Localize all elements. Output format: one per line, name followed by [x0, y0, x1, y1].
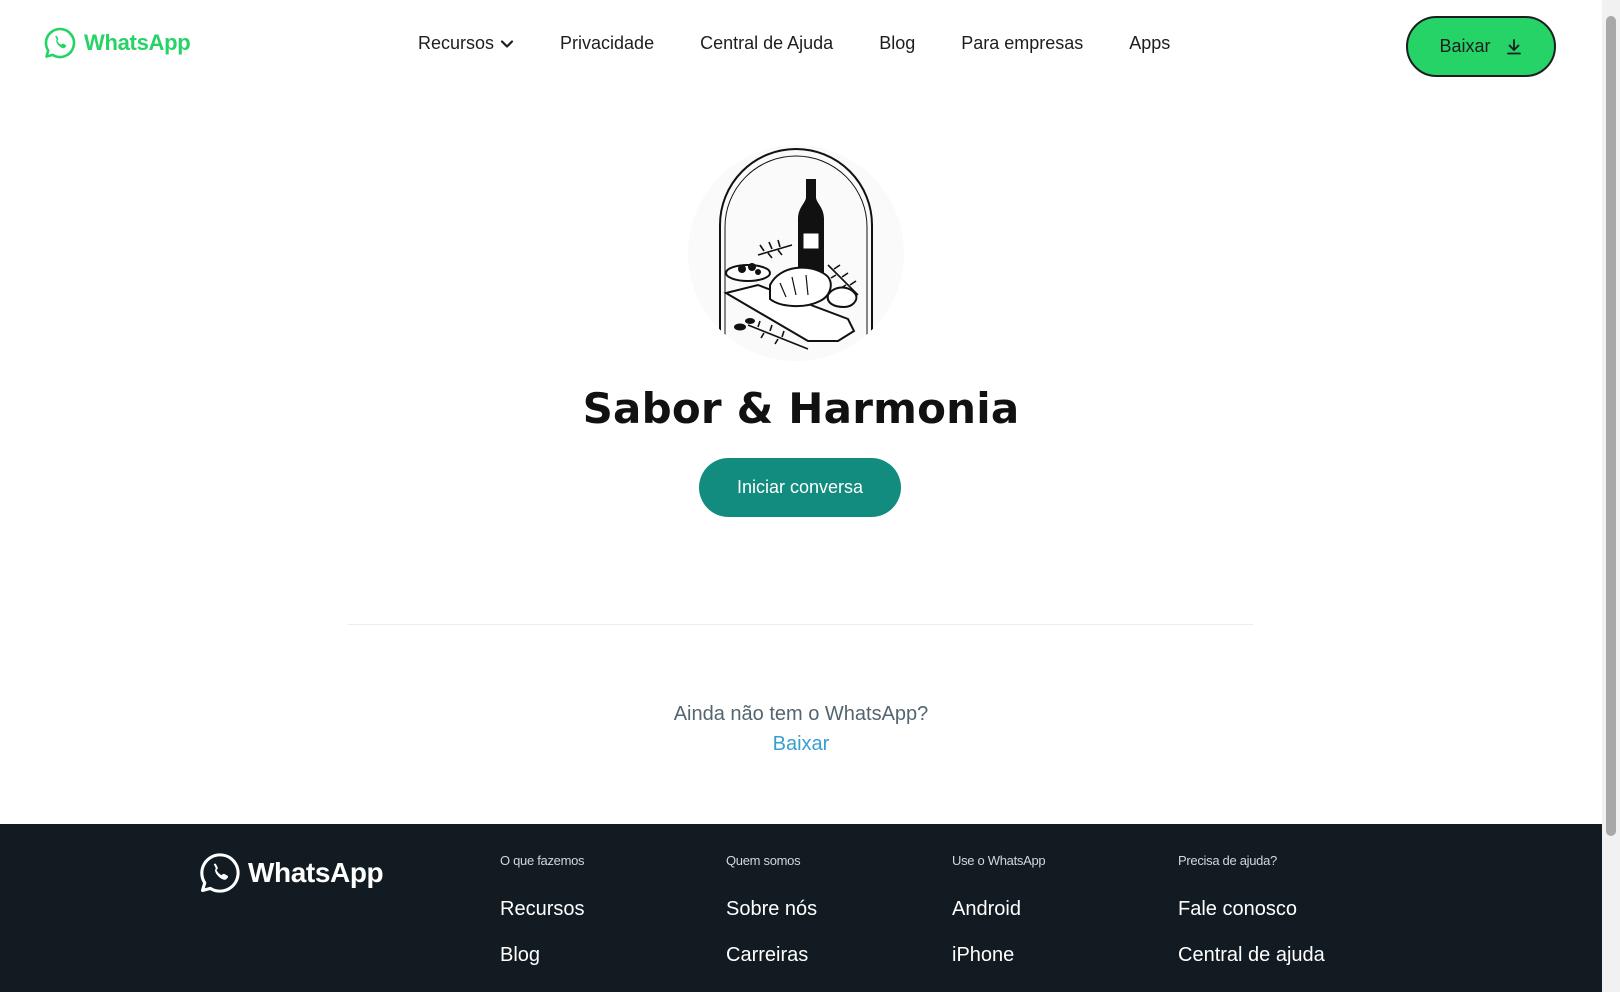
footer-column-precisa-de-ajuda: Precisa de ajuda? Fale conosco Central d…	[1178, 853, 1325, 967]
footer-link-sobre-nos[interactable]: Sobre nós	[726, 898, 817, 921]
site-header: WhatsApp Recursos Privacidade Central de…	[0, 0, 1602, 92]
no-app-prompt: Ainda não tem o WhatsApp?	[673, 703, 929, 725]
download-button[interactable]: Baixar	[1406, 16, 1556, 77]
whatsapp-icon	[44, 27, 76, 59]
nav-label: Apps	[1129, 33, 1171, 53]
footer-link-central-de-ajuda[interactable]: Central de ajuda	[1178, 944, 1325, 967]
footer-column-title: Quem somos	[726, 853, 801, 868]
nav-item-recursos[interactable]: Recursos	[418, 33, 514, 54]
footer-column-o-que-fazemos: O que fazemos Recursos Blog	[500, 853, 585, 967]
footer-link-fale-conosco[interactable]: Fale conosco	[1178, 898, 1325, 921]
scrollbar-thumb[interactable]	[1606, 16, 1616, 836]
footer-column-quem-somos: Quem somos Sobre nós Carreiras	[726, 853, 817, 967]
download-button-label: Baixar	[1439, 36, 1491, 56]
nav-label: Recursos	[418, 33, 495, 53]
footer-whatsapp-logo[interactable]: WhatsApp	[198, 851, 384, 895]
site-footer: WhatsApp O que fazemos Recursos Blog Que…	[0, 824, 1602, 992]
nav-item-blog[interactable]: Blog	[879, 33, 915, 54]
logo-text: WhatsApp	[84, 30, 191, 55]
download-icon	[1506, 38, 1521, 54]
footer-column-use-o-whatsapp: Use o WhatsApp Android iPhone	[952, 853, 1046, 967]
business-profile-picture	[688, 145, 904, 361]
nav-label: Para empresas	[961, 33, 1084, 53]
section-divider	[348, 624, 1253, 625]
nav-label: Blog	[879, 33, 916, 53]
nav-label: Privacidade	[560, 33, 655, 53]
footer-column-title: Precisa de ajuda?	[1178, 853, 1277, 868]
footer-link-android[interactable]: Android	[952, 898, 1045, 921]
footer-link-recursos[interactable]: Recursos	[500, 898, 584, 921]
download-link[interactable]: Baixar	[0, 733, 1602, 756]
nav-item-privacidade[interactable]: Privacidade	[560, 33, 654, 54]
whatsapp-logo[interactable]: WhatsApp	[43, 26, 191, 60]
footer-link-carreiras[interactable]: Carreiras	[726, 944, 817, 967]
footer-link-blog[interactable]: Blog	[500, 944, 584, 967]
footer-column-title: O que fazemos	[500, 853, 585, 868]
footer-link-iphone[interactable]: iPhone	[952, 944, 1045, 967]
main-nav: Recursos Privacidade Central de Ajuda Bl…	[418, 33, 1170, 54]
nav-item-apps[interactable]: Apps	[1129, 33, 1170, 54]
chevron-down-icon	[500, 39, 514, 48]
business-name: Sabor & Harmonia	[582, 384, 1020, 433]
footer-logo-text: WhatsApp	[248, 857, 384, 888]
start-chat-label: Iniciar conversa	[736, 477, 864, 497]
nav-item-central-de-ajuda[interactable]: Central de Ajuda	[700, 33, 833, 54]
nav-item-para-empresas[interactable]: Para empresas	[961, 33, 1083, 54]
whatsapp-icon	[200, 853, 240, 893]
page-scrollbar[interactable]	[1602, 0, 1620, 992]
footer-column-title: Use o WhatsApp	[952, 853, 1046, 868]
start-chat-button[interactable]: Iniciar conversa	[699, 458, 901, 517]
restaurant-logo-illustration	[719, 148, 873, 350]
nav-label: Central de Ajuda	[700, 33, 834, 53]
